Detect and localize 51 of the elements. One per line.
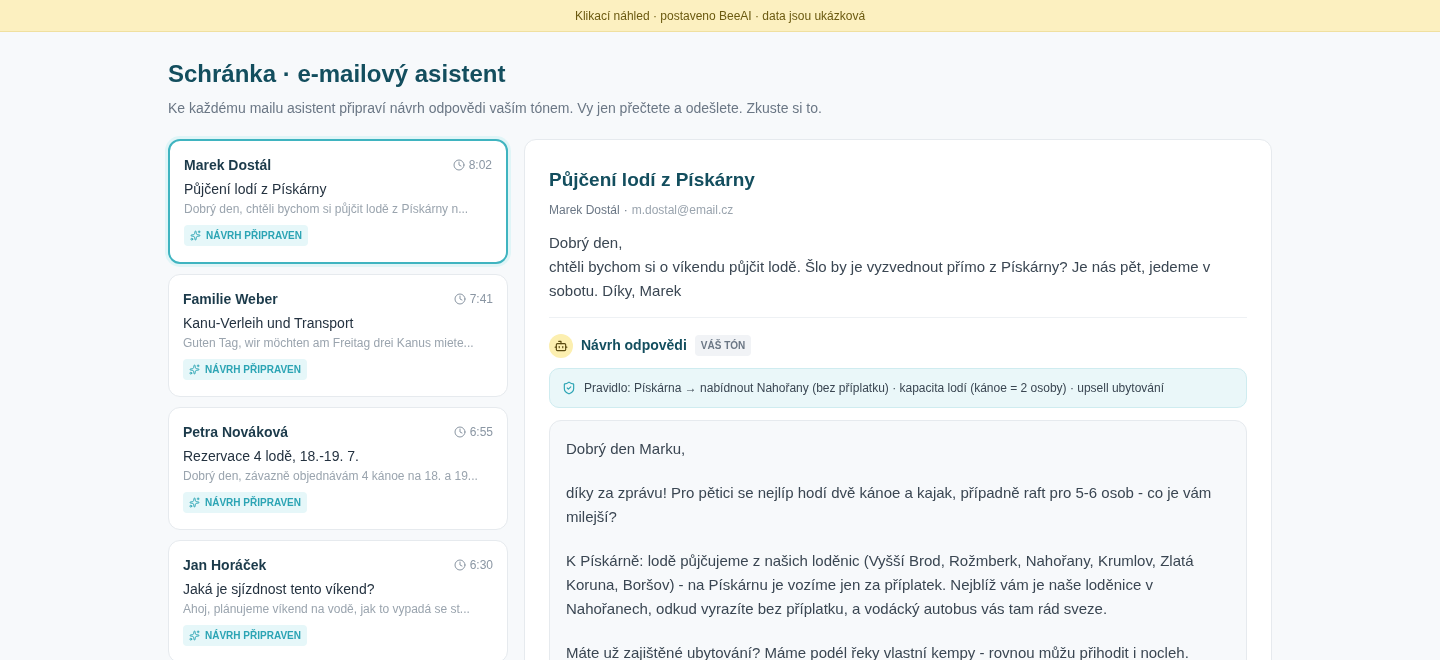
draft-paragraph: Dobrý den Marku, xyxy=(566,438,687,459)
draft-paragraph: díky za zprávu! Pro pětici se nejlíp hodí dvě kánoe a kajak, případně raft pro 5-6 osob - co je vám milejší? xyxy=(566,482,1213,527)
email-body-line: Dobrý den, xyxy=(549,232,624,253)
message-card[interactable]: Petra Nováková 6:55 Rezervace 4 lodě, 18.-19. 7. Dobrý den, závazně objednávám 4 kánoe na 18. a 19... NÁVRH PŘIPRAVEN xyxy=(168,407,508,530)
sparkle-icon xyxy=(189,630,200,641)
draft-ready-badge: NÁVRH PŘIPRAVEN xyxy=(183,625,307,646)
sparkle-icon xyxy=(189,497,200,508)
page-subtitle: Ke každému mailu asistent připraví návrh odpovědi vaším tónem. Vy jen přečtete a odešlete. Zkuste si to. xyxy=(168,99,823,118)
message-preview: Ahoj, plánujeme víkend na vodě, jak to vypadá se st... xyxy=(183,601,471,617)
message-card[interactable]: Marek Dostál 8:02 Půjčení lodí z Pískárny Dobrý den, chtěli bychom si půjčit lodě z Pískárny n... NÁVRH PŘIPRAVEN xyxy=(168,139,508,264)
draft-title: Návrh odpovědi xyxy=(581,336,687,355)
tone-tag: VÁŠ TÓN xyxy=(694,335,752,356)
sender-name: Marek Dostál xyxy=(184,156,272,175)
message-card[interactable]: Jan Horáček 6:30 Jaká je sjízdnost tento víkend? Ahoj, plánujeme víkend na vodě, jak to vypadá se st... NÁVRH PŘIPRAVEN xyxy=(168,540,508,660)
message-subject: Kanu-Verleih und Transport xyxy=(183,314,355,333)
draft-paragraph: K Pískárně: lodě půjčujeme z našich loděnic (Vyšší Brod, Rožmberk, Nahořany, Krumlov, Zlatá Koruna, Boršov) - na Pískárnu je vozíme jen za příplatek. Nejblíž vám je naše loděnice v Nahořanech, odkud vyrazíte bez příplatku, a vodácký autobus vás tam rád sveze. xyxy=(566,550,1195,619)
message-time: 8:02 xyxy=(468,157,492,174)
detail-email: m.dostal@email.cz xyxy=(631,201,734,219)
message-preview: Dobrý den, chtěli bychom si půjčit lodě z Pískárny n... xyxy=(184,201,470,217)
sparkle-icon xyxy=(189,364,200,375)
clock-icon xyxy=(453,559,466,571)
sender-name: Petra Nováková xyxy=(183,423,289,442)
message-subject: Rezervace 4 lodě, 18.-19. 7. xyxy=(183,447,360,466)
message-subject: Půjčení lodí z Pískárny xyxy=(184,180,328,199)
draft-ready-badge: NÁVRH PŘIPRAVEN xyxy=(184,225,308,246)
draft-ready-badge: NÁVRH PŘIPRAVEN xyxy=(183,492,307,513)
sender-name: Familie Weber xyxy=(183,290,278,309)
page-title: Schránka · e-mailový asistent xyxy=(168,59,507,89)
preview-banner: Klikací náhled · postaveno BeeAI · data jsou ukázková xyxy=(0,0,1440,32)
sparkle-icon xyxy=(190,230,201,241)
clock-icon xyxy=(452,159,465,171)
draft-ready-badge: NÁVRH PŘIPRAVEN xyxy=(183,359,307,380)
sender-name: Jan Horáček xyxy=(183,556,267,575)
detail-subject: Půjčení lodí z Pískárny xyxy=(549,168,756,192)
draft-paragraph: Máte už zajištěné ubytování? Máme podél řeky vlastní kempy - rovnou můžu přihodit i nocleh. xyxy=(566,642,1190,660)
message-time: 6:30 xyxy=(469,557,493,574)
message-preview: Guten Tag, wir möchten am Freitag drei Kanus miete... xyxy=(183,335,475,351)
clock-icon xyxy=(453,426,466,438)
clock-icon xyxy=(453,293,466,305)
robot-icon xyxy=(549,333,573,358)
detail-sender: Marek Dostál xyxy=(549,201,620,219)
rule-text: Pravidlo: Pískárna → nabídnout Nahořany (bez příplatku) · kapacita lodí (kánoe = 2 osoby) · upsell ubytování xyxy=(584,379,1164,397)
email-body-line: chtěli bychom si o víkendu půjčit lodě. Šlo by je vyzvednout přímo z Pískárny? Je nás pět, jedeme v sobotu. Díky, Marek xyxy=(549,256,1212,301)
message-subject: Jaká je sjízdnost tento víkend? xyxy=(183,580,376,599)
shield-icon xyxy=(562,380,576,395)
message-time: 7:41 xyxy=(469,291,493,308)
message-preview: Dobrý den, závazně objednávám 4 kánoe na 18. a 19... xyxy=(183,468,479,484)
message-time: 6:55 xyxy=(469,424,493,441)
separator-dot: · xyxy=(623,201,628,219)
message-card[interactable]: Familie Weber 7:41 Kanu-Verleih und Transport Guten Tag, wir möchten am Freitag drei Kanus miete... NÁVRH PŘIPRAVEN xyxy=(168,274,508,397)
draft-reply-box[interactable] xyxy=(549,419,1247,660)
